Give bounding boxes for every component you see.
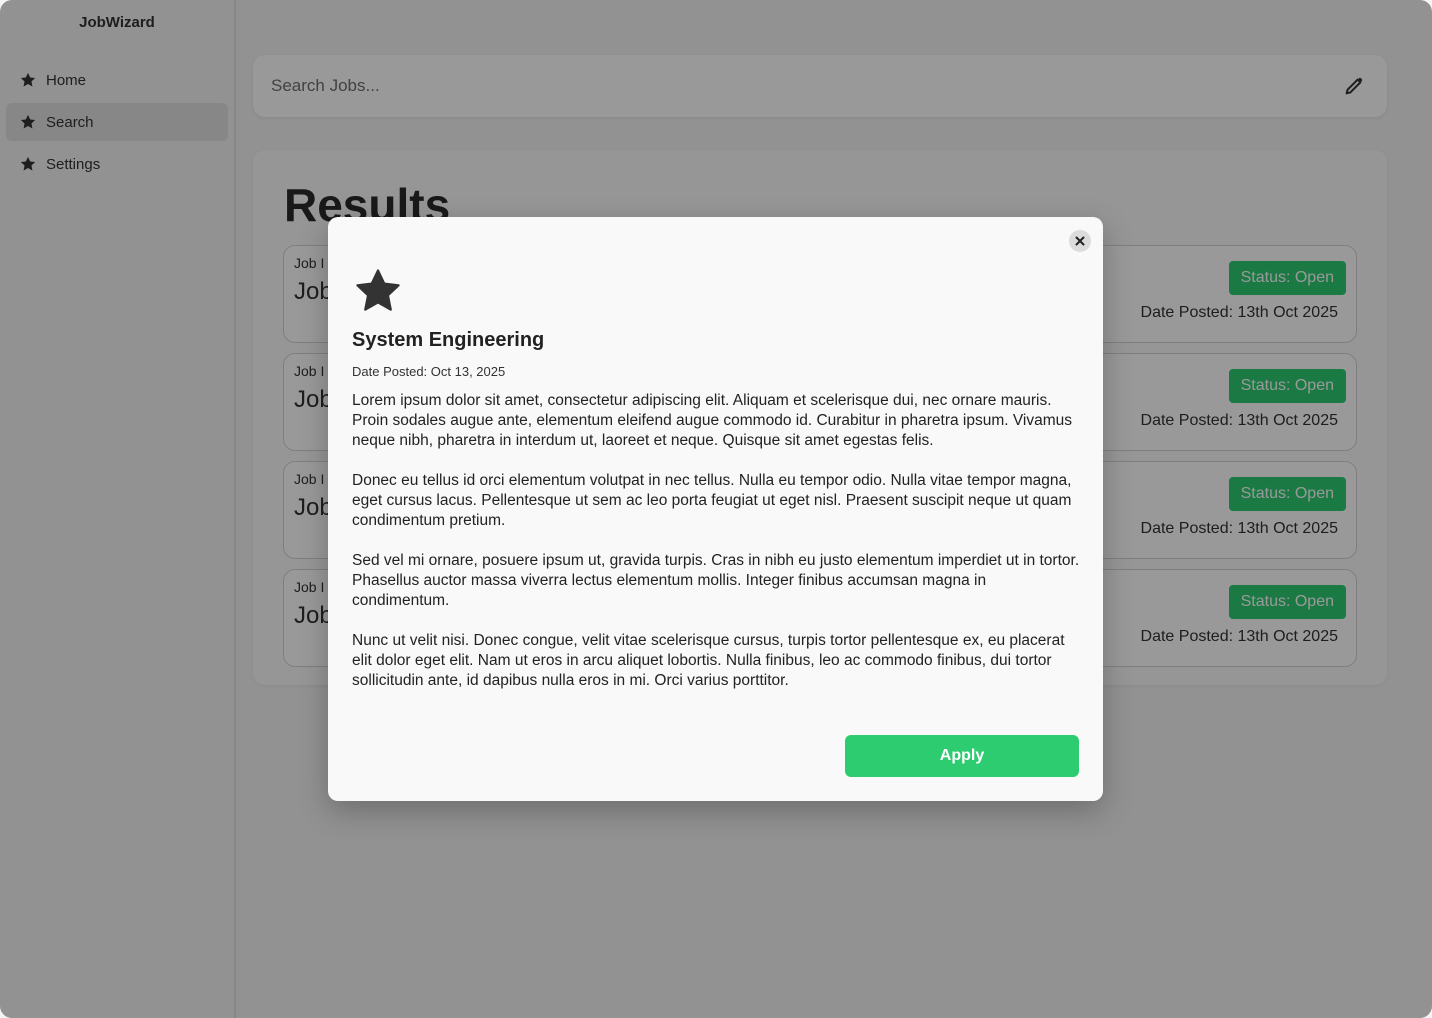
job-detail-modal: System Engineering Date Posted: Oct 13, … [328,217,1103,801]
description-paragraph: Donec eu tellus id orci elementum volutp… [352,472,1072,529]
app-window: JobWizard Home Search Settings Results [0,0,1432,1018]
modal-title: System Engineering [352,329,545,351]
modal-description: Lorem ipsum dolor sit amet, consectetur … [352,391,1082,711]
close-icon [1075,236,1085,246]
close-button[interactable] [1069,230,1091,252]
description-paragraph: Sed vel mi ornare, posuere ipsum ut, gra… [352,552,1080,609]
description-paragraph: Nunc ut velit nisi. Donec congue, velit … [352,632,1065,689]
modal-date: Date Posted: Oct 13, 2025 [352,364,506,379]
apply-button[interactable]: Apply [845,735,1079,777]
star-icon [356,269,400,311]
description-paragraph: Lorem ipsum dolor sit amet, consectetur … [352,392,1073,449]
